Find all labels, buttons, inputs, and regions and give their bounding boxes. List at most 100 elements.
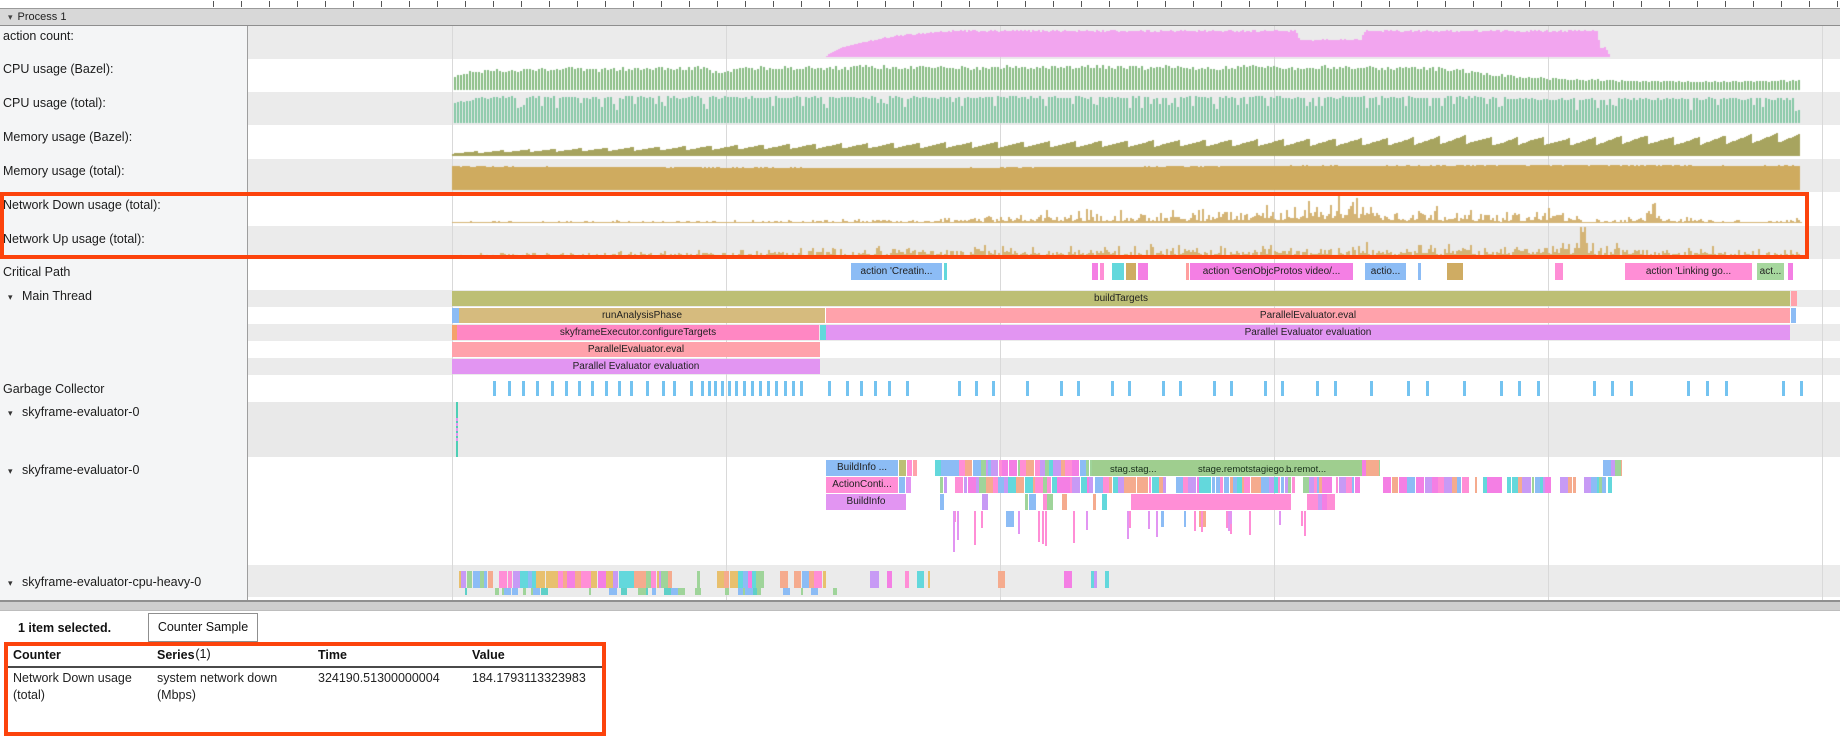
skyframe2-segment[interactable] <box>1497 477 1502 493</box>
skyframe2-segment[interactable] <box>1093 494 1096 510</box>
cpu-heavy-segment[interactable] <box>814 571 822 588</box>
gc-tick[interactable] <box>493 381 496 396</box>
cpu-heavy-segment[interactable] <box>491 571 493 588</box>
main-thread-span[interactable]: skyframeExecutor.configureTargets <box>457 325 819 340</box>
gc-tick[interactable] <box>767 381 770 396</box>
gc-tick[interactable] <box>1370 381 1373 396</box>
gc-tick[interactable] <box>1264 381 1267 396</box>
skyframe2-segment[interactable] <box>1524 477 1531 493</box>
cpu-heavy-segment[interactable] <box>823 571 826 588</box>
skyframe2-segment[interactable] <box>1573 477 1576 493</box>
gc-tick[interactable] <box>618 381 621 396</box>
gc-tick[interactable] <box>605 381 608 396</box>
cpu-heavy-segment[interactable] <box>606 571 613 588</box>
cpu-heavy-subtick[interactable] <box>671 588 678 595</box>
gc-tick[interactable] <box>508 381 511 396</box>
table-cell[interactable]: 184.1793113323983 <box>472 670 672 687</box>
skyframe2-segment[interactable] <box>1608 477 1612 493</box>
cpu-heavy-segment[interactable] <box>626 571 634 588</box>
cpu-heavy-segment[interactable] <box>870 571 877 588</box>
cpu-heavy-segment[interactable] <box>780 571 788 588</box>
skyframe2-segment[interactable] <box>1009 460 1017 476</box>
skyframe2-segment[interactable] <box>1444 477 1452 493</box>
cpu-heavy-segment[interactable] <box>513 571 520 588</box>
cpu-heavy-segment[interactable] <box>473 571 480 588</box>
cpu-heavy-segment[interactable] <box>484 571 487 588</box>
skyframe2-segment[interactable] <box>1057 477 1065 493</box>
sidebar-track-garbage-collector[interactable]: Garbage Collector <box>0 382 246 396</box>
skyframe2-segment[interactable] <box>1152 477 1159 493</box>
skyframe2-segment[interactable] <box>1026 460 1034 476</box>
skyframe2-segment[interactable] <box>1102 494 1107 510</box>
critical-path-block[interactable]: action 'Linking go... <box>1625 263 1752 280</box>
tab-counter-sample[interactable]: Counter Sample (1) <box>148 613 258 642</box>
skyframe2-segment[interactable] <box>1163 477 1166 493</box>
cpu-heavy-segment[interactable] <box>613 571 618 588</box>
skyframe2-segment[interactable] <box>968 477 976 493</box>
cpu-heavy-segment[interactable] <box>467 571 472 588</box>
critical-path-block[interactable] <box>1138 263 1148 280</box>
gc-tick[interactable] <box>860 381 863 396</box>
gc-tick[interactable] <box>728 381 731 396</box>
skyframe2-segment[interactable] <box>1176 477 1183 493</box>
collapse-arrow-icon[interactable]: ▾ <box>0 292 22 303</box>
skyframe2-segment[interactable] <box>1047 494 1053 510</box>
skyframe2-segment[interactable] <box>1407 477 1415 493</box>
gc-tick[interactable] <box>784 381 787 396</box>
cpu-heavy-subtick[interactable] <box>757 588 761 595</box>
cpu-heavy-subtick[interactable] <box>811 588 818 595</box>
gc-tick[interactable] <box>1611 381 1614 396</box>
gc-tick[interactable] <box>874 381 877 396</box>
skyframe2-segment[interactable] <box>1188 477 1196 493</box>
gc-tick[interactable] <box>1426 381 1429 396</box>
sidebar-track-skyframe-evaluator-0[interactable]: ▾skyframe-evaluator-0 <box>0 405 246 419</box>
cpu-heavy-subtick[interactable] <box>541 588 548 595</box>
table-cell[interactable]: 324190.51300000004 <box>318 670 468 687</box>
gc-tick[interactable] <box>1593 381 1596 396</box>
gc-tick[interactable] <box>800 381 803 396</box>
main-thread-span[interactable]: runAnalysisPhase <box>459 308 825 323</box>
skyframe2-segment[interactable] <box>1062 494 1067 510</box>
skyframe2-segment[interactable] <box>1392 477 1398 493</box>
skyframe2-segment[interactable] <box>982 494 988 510</box>
gc-tick[interactable] <box>1230 381 1233 396</box>
cpu-heavy-subtick[interactable] <box>783 588 790 595</box>
cpu-heavy-segment[interactable] <box>756 571 764 588</box>
cpu-heavy-segment[interactable] <box>917 571 924 588</box>
gc-tick[interactable] <box>751 381 754 396</box>
skyframe2-segment[interactable] <box>1355 477 1360 493</box>
skyframe2-segment[interactable] <box>944 477 947 493</box>
skyframe2-segment[interactable] <box>1184 511 1186 527</box>
sidebar-track-skyframe-evaluator-cpu-heavy-0[interactable]: ▾skyframe-evaluator-cpu-heavy-0 <box>0 575 246 589</box>
skyframe2-span[interactable]: BuildInfo <box>826 494 906 510</box>
sidebar-track-network-down-usage-total[interactable]: Network Down usage (total): <box>0 198 246 212</box>
main-thread-span[interactable] <box>1791 308 1796 323</box>
skyframe2-segment[interactable] <box>964 477 967 493</box>
skyframe2-segment[interactable] <box>1545 477 1551 493</box>
skyframe2-segment[interactable] <box>1095 477 1103 493</box>
cpu-heavy-segment[interactable] <box>1064 571 1072 588</box>
skyframe2-segment[interactable] <box>1475 477 1477 493</box>
skyframe2-segment[interactable] <box>1281 477 1284 493</box>
skyframe2-segment[interactable] <box>1326 477 1332 493</box>
critical-path-block[interactable] <box>1100 263 1104 280</box>
cpu-heavy-segment[interactable] <box>538 571 545 588</box>
counter-chart-action-count[interactable] <box>0 26 1840 58</box>
main-thread-span[interactable] <box>452 308 459 323</box>
skyframe2-span[interactable] <box>1131 494 1291 510</box>
cpu-heavy-segment[interactable] <box>802 571 809 588</box>
skyframe2-span[interactable] <box>907 460 912 476</box>
gc-tick[interactable] <box>906 381 909 396</box>
skyframe2-green-span[interactable]: stag.stag...stage.remotstagiego...b.remo… <box>1092 460 1362 476</box>
cpu-heavy-segment[interactable] <box>499 571 507 588</box>
skyframe2-segment[interactable] <box>1457 477 1461 493</box>
sidebar-track-cpu-usage-bazel[interactable]: CPU usage (Bazel): <box>0 62 246 76</box>
skyframe2-segment[interactable] <box>1278 477 1280 493</box>
cpu-heavy-subtick[interactable] <box>533 588 540 595</box>
skyframe2-segment[interactable] <box>979 477 986 493</box>
collapse-arrow-icon[interactable]: ▾ <box>0 408 22 419</box>
cpu-heavy-segment[interactable] <box>1105 571 1109 588</box>
gc-tick[interactable] <box>646 381 649 396</box>
cpu-heavy-segment[interactable] <box>877 571 879 588</box>
gc-tick[interactable] <box>565 381 568 396</box>
